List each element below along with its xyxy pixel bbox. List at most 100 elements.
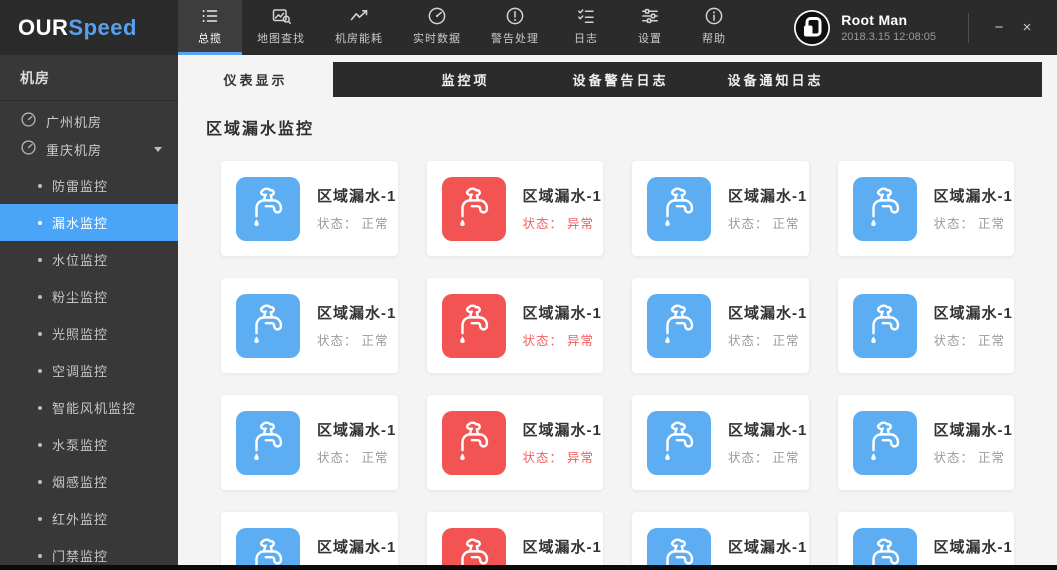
faucet-drip-icon — [236, 411, 300, 475]
device-status: 状态：正常 — [728, 213, 807, 232]
nav-item-settings[interactable]: 设置 — [618, 0, 682, 55]
bullet-icon — [38, 221, 42, 225]
nav-label: 机房能耗 — [335, 30, 383, 46]
status-label: 状态： — [317, 217, 358, 231]
card-text: 区域漏水-1 状态：正常 — [317, 419, 396, 466]
water-leak-device-card[interactable]: 区域漏水-1 状态：正常 — [632, 278, 809, 373]
sidebar-monitor-item[interactable]: 漏水监控 — [0, 204, 178, 241]
device-title: 区域漏水-1 — [728, 419, 807, 440]
sidebar-monitor-item[interactable]: 水位监控 — [0, 241, 178, 278]
device-title: 区域漏水-1 — [934, 536, 1013, 557]
faucet-drip-icon — [647, 294, 711, 358]
water-leak-device-card[interactable]: 区域漏水-1 状态：正常 — [221, 512, 398, 570]
faucet-drip-icon — [236, 177, 300, 241]
sidebar-monitor-item[interactable]: 空调监控 — [0, 352, 178, 389]
water-leak-device-card[interactable]: 区域漏水-1 状态：正常 — [632, 395, 809, 490]
bullet-icon — [38, 480, 42, 484]
water-leak-device-card[interactable]: 区域漏水-1 状态：异常 — [427, 161, 604, 256]
device-status: 状态：正常 — [934, 213, 1013, 232]
minimize-button[interactable]: − — [985, 14, 1013, 42]
tab-gauge-display[interactable]: 仪表显示 — [178, 62, 333, 97]
section-title: 区域漏水监控 — [206, 115, 1057, 139]
monitor-category-list: 防雷监控 漏水监控 水位监控 粉尘监控 光照监控 空调监控 智能风机监控 水泵监… — [0, 167, 178, 570]
device-status: 状态： 正常 — [317, 213, 396, 232]
faucet-drip-icon — [236, 528, 300, 570]
device-title: 区域漏水-1 — [728, 185, 807, 206]
nav-label: 警告处理 — [491, 30, 539, 46]
nav-item-alert-handling[interactable]: 警告处理 — [476, 0, 554, 55]
top-right-cluster: Root Man 2018.3.15 12:08:05 − × — [793, 0, 1057, 55]
faucet-drip-icon — [853, 294, 917, 358]
card-text: 区域漏水-1 状态： 正常 — [317, 185, 396, 232]
room-label: 重庆机房 — [46, 140, 102, 159]
tab-monitor-items[interactable]: 监控项 — [388, 62, 543, 97]
room-label: 广州机房 — [46, 112, 102, 131]
status-value: 正常 — [362, 217, 389, 231]
bullet-icon — [38, 295, 42, 299]
tab-bar-dark-strip: 监控项 设备警告日志 设备通知日志 — [333, 62, 1042, 97]
status-value: 异常 — [567, 451, 594, 465]
sidebar-monitor-item[interactable]: 智能风机监控 — [0, 389, 178, 426]
status-label: 状态： — [728, 451, 769, 465]
faucet-drip-icon — [236, 294, 300, 358]
nav-item-logs[interactable]: 日志 — [554, 0, 618, 55]
sidebar-item-label: 粉尘监控 — [52, 287, 108, 306]
close-button[interactable]: × — [1013, 14, 1041, 42]
sidebar-item-label: 智能风机监控 — [52, 398, 136, 417]
faucet-drip-icon — [442, 411, 506, 475]
sidebar-item-label: 漏水监控 — [52, 213, 108, 232]
nav-item-realtime-data[interactable]: 实时数据 — [398, 0, 476, 55]
sidebar-monitor-item[interactable]: 水泵监控 — [0, 426, 178, 463]
sidebar-room-chongqing[interactable]: 重庆机房 — [0, 135, 178, 163]
water-leak-device-card[interactable]: 区域漏水-1 状态：正常 — [838, 395, 1015, 490]
water-leak-device-card[interactable]: 区域漏水-1 状态：正常 — [221, 278, 398, 373]
status-label: 状态： — [523, 451, 564, 465]
device-title: 区域漏水-1 — [317, 185, 396, 206]
chevron-down-icon — [154, 147, 162, 152]
sidebar-monitor-item[interactable]: 粉尘监控 — [0, 278, 178, 315]
logs-icon — [576, 6, 596, 30]
nav-label: 日志 — [574, 30, 598, 46]
device-title: 区域漏水-1 — [728, 302, 807, 323]
device-title: 区域漏水-1 — [317, 302, 396, 323]
device-status: 状态：正常 — [934, 330, 1013, 349]
alert-icon — [505, 6, 525, 30]
water-leak-device-card[interactable]: 区域漏水-1 状态：正常 — [632, 512, 809, 570]
sidebar-monitor-item[interactable]: 烟感监控 — [0, 463, 178, 500]
nav-item-room-energy[interactable]: 机房能耗 — [320, 0, 398, 55]
realtime-gauge-icon — [427, 6, 447, 30]
faucet-drip-icon — [647, 528, 711, 570]
water-leak-device-card[interactable]: 区域漏水-1 状态：正常 — [838, 278, 1015, 373]
nav-item-overview[interactable]: 总揽 — [178, 0, 242, 55]
sidebar-monitor-item[interactable]: 防雷监控 — [0, 167, 178, 204]
nav-item-map-search[interactable]: 地图查找 — [242, 0, 320, 55]
card-text: 区域漏水-1 状态：正常 — [728, 185, 807, 232]
water-leak-device-card[interactable]: 区域漏水-1 状态：正常 — [221, 395, 398, 490]
window-bottom-border — [0, 565, 1057, 570]
water-leak-device-card[interactable]: 区域漏水-1 状态：正常 — [838, 512, 1015, 570]
water-leak-device-card[interactable]: 区域漏水-1 状态： 正常 — [221, 161, 398, 256]
user-info: Root Man 2018.3.15 12:08:05 — [841, 12, 936, 43]
status-label: 状态： — [934, 334, 975, 348]
tab-device-notice-log[interactable]: 设备通知日志 — [698, 62, 853, 97]
water-leak-device-card[interactable]: 区域漏水-1 状态：正常 — [838, 161, 1015, 256]
sidebar-monitor-item[interactable]: 光照监控 — [0, 315, 178, 352]
sidebar-monitor-item[interactable]: 红外监控 — [0, 500, 178, 537]
device-title: 区域漏水-1 — [317, 536, 396, 557]
water-leak-device-card[interactable]: 区域漏水-1 状态：异常 — [427, 278, 604, 373]
sidebar-room-guangzhou[interactable]: 广州机房 — [0, 107, 178, 135]
status-label: 状态： — [317, 451, 358, 465]
status-label: 状态： — [523, 217, 564, 231]
device-status: 状态：异常 — [523, 213, 602, 232]
device-status: 状态：正常 — [728, 330, 807, 349]
water-leak-device-card[interactable]: 区域漏水-1 状态：异常 — [427, 512, 604, 570]
sidebar-item-label: 水泵监控 — [52, 435, 108, 454]
bullet-icon — [38, 406, 42, 410]
sidebar-item-label: 烟感监控 — [52, 472, 108, 491]
tab-device-alert-log[interactable]: 设备警告日志 — [543, 62, 698, 97]
water-leak-device-card[interactable]: 区域漏水-1 状态：正常 — [632, 161, 809, 256]
water-leak-device-card[interactable]: 区域漏水-1 状态：异常 — [427, 395, 604, 490]
nav-item-help[interactable]: 帮助 — [682, 0, 746, 55]
user-avatar[interactable] — [793, 9, 831, 47]
faucet-drip-icon — [442, 177, 506, 241]
